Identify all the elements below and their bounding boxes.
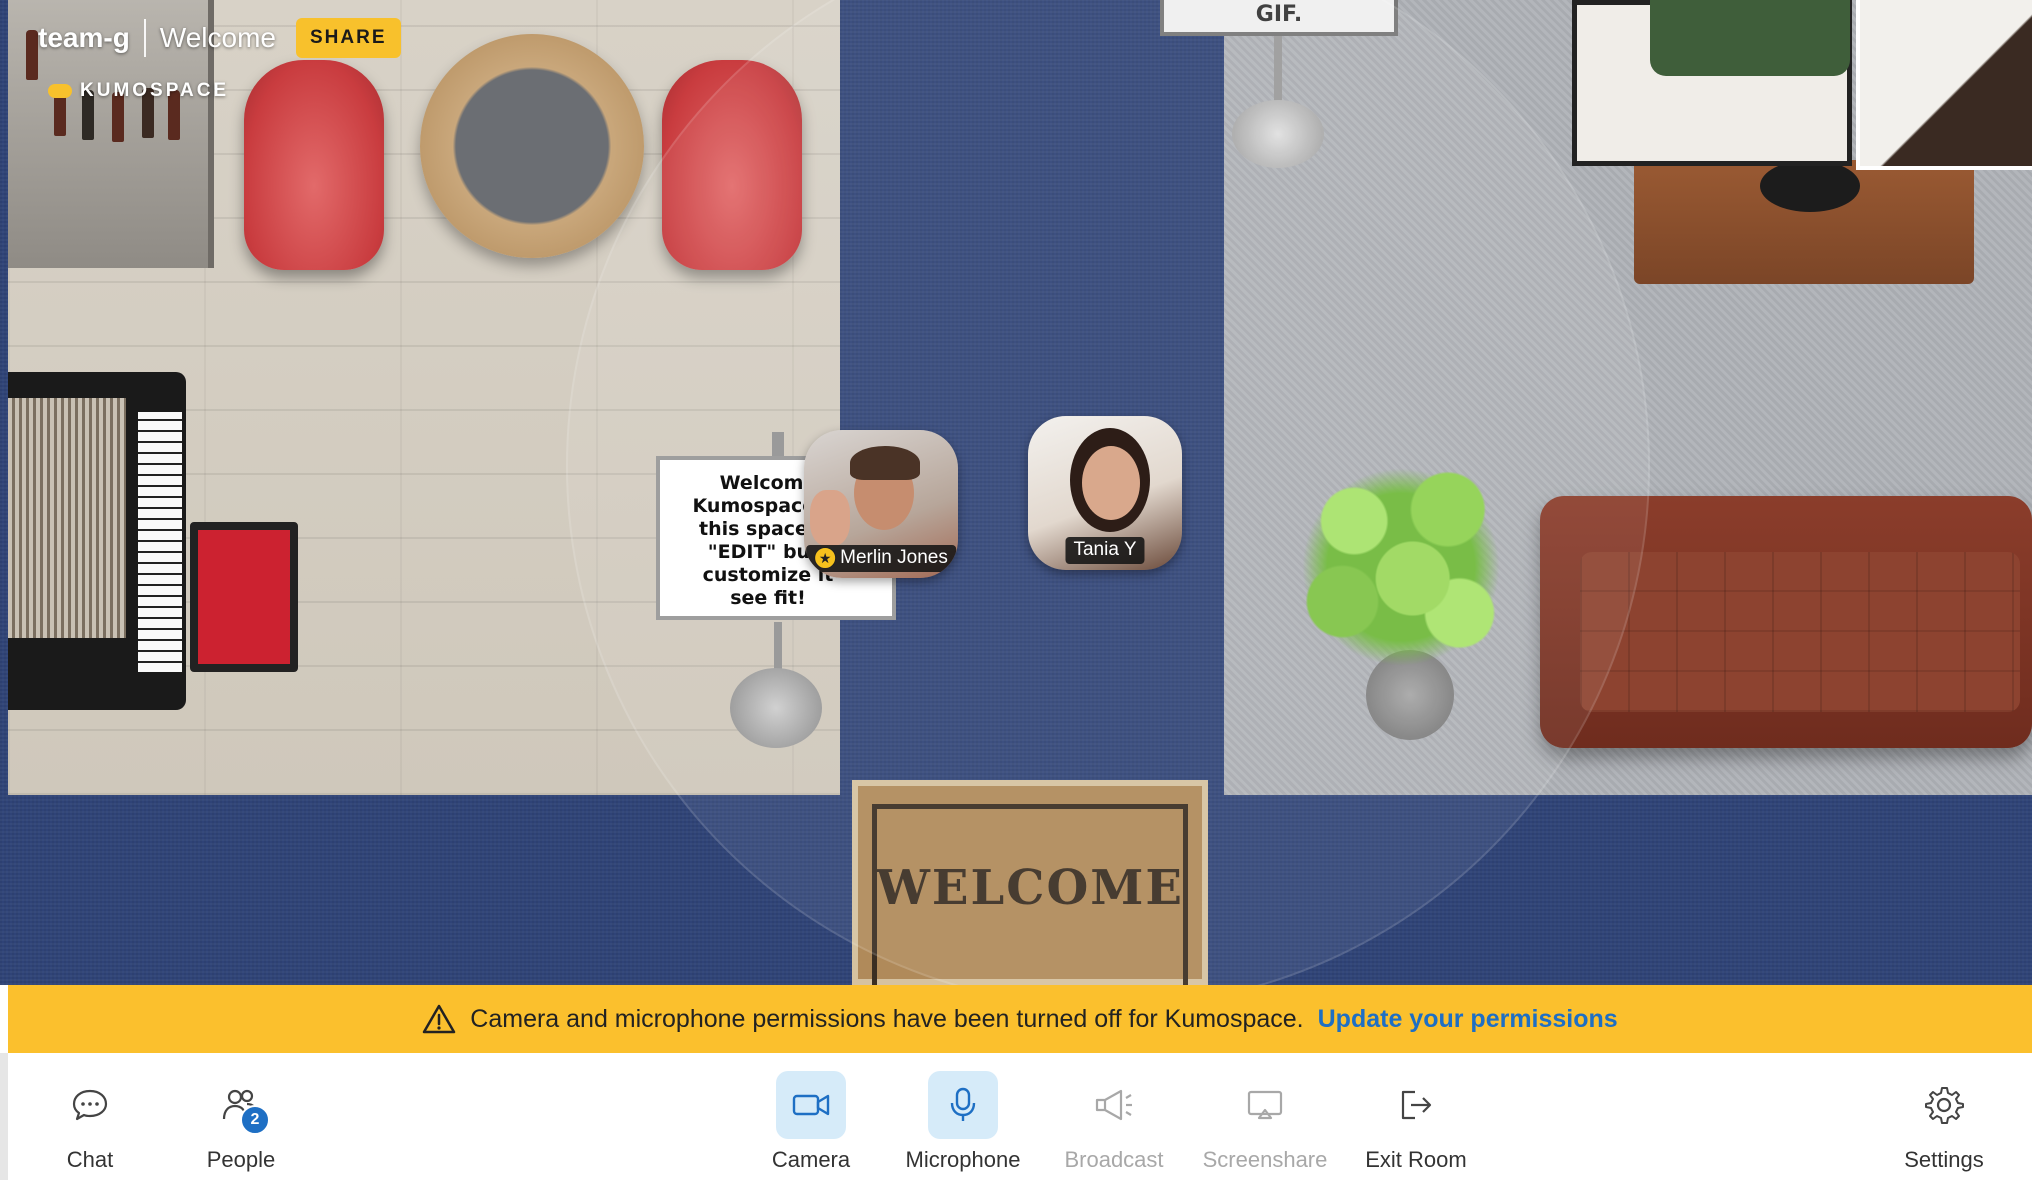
permissions-banner: Camera and microphone permissions have b… <box>8 985 2032 1053</box>
settings-icon-wrap <box>1909 1071 1979 1139</box>
participant-hair <box>850 446 920 480</box>
people-icon-wrap: 2 <box>206 1071 276 1139</box>
coffee-table <box>420 34 644 258</box>
participant-avatar-tania[interactable]: Tania Y <box>1028 416 1182 570</box>
waving-hand <box>810 490 850 546</box>
gear-icon <box>1925 1087 1964 1124</box>
room-name: team-g <box>38 22 130 53</box>
screenshare-icon-wrap <box>1230 1071 1300 1139</box>
participant-name: Merlin Jones <box>840 547 948 568</box>
screenshare-icon <box>1247 1090 1283 1120</box>
exit-icon <box>1401 1090 1432 1120</box>
people-button[interactable]: 2 People <box>166 1071 316 1173</box>
participant-name-tag: ★ Merlin Jones <box>806 545 956 572</box>
participant-name-tag: Tania Y <box>1065 537 1145 564</box>
update-permissions-link[interactable]: Update your permissions <box>1318 1005 1618 1034</box>
tv-stand <box>1760 160 1860 212</box>
microphone-icon <box>950 1087 976 1121</box>
camera-button[interactable]: Camera <box>736 1071 886 1173</box>
chat-button[interactable]: Chat <box>15 1071 165 1173</box>
people-count-badge: 2 <box>240 1105 270 1135</box>
microphone-button[interactable]: Microphone <box>888 1071 1038 1173</box>
microphone-label: Microphone <box>905 1147 1021 1172</box>
screenshare-label: Screenshare <box>1202 1147 1328 1172</box>
armchair-left <box>244 60 384 270</box>
camera-icon-wrap <box>776 1071 846 1139</box>
participant-name: Tania Y <box>1073 539 1137 560</box>
chat-icon <box>72 1089 108 1121</box>
exit-icon-wrap <box>1381 1071 1451 1139</box>
microphone-icon-wrap <box>928 1071 998 1139</box>
sign-pole-top <box>772 432 784 458</box>
chat-icon-wrap <box>55 1071 125 1139</box>
bottom-toolbar: Chat 2 People Camera Microphone Broadcas… <box>0 1053 2032 1180</box>
broadcast-button[interactable]: Broadcast <box>1039 1071 1189 1173</box>
participant-avatar-merlin[interactable]: ★ Merlin Jones <box>804 430 958 578</box>
cloud-icon <box>48 84 72 98</box>
host-star-icon: ★ <box>814 547 837 569</box>
people-label: People <box>206 1147 276 1172</box>
screenshare-button[interactable]: Screenshare <box>1190 1071 1340 1173</box>
settings-button[interactable]: Settings <box>1869 1071 2019 1173</box>
green-sofa <box>1650 0 1850 76</box>
exit-room-button[interactable]: Exit Room <box>1341 1071 1491 1173</box>
room-header: team-g Welcome SHARE <box>38 18 401 58</box>
grand-piano <box>8 372 186 710</box>
broadcast-label: Broadcast <box>1064 1147 1164 1172</box>
megaphone-icon <box>1095 1089 1132 1121</box>
settings-label: Settings <box>1904 1147 1984 1172</box>
camera-label: Camera <box>771 1147 851 1172</box>
chat-label: Chat <box>66 1147 114 1172</box>
share-button[interactable]: SHARE <box>295 18 401 58</box>
exit-room-label: Exit Room <box>1365 1147 1467 1172</box>
room-map[interactable]: GIF. WELCOME Welcome Kumospace! E this s… <box>0 0 2032 985</box>
brand-name: KUMOSPACE <box>80 80 230 101</box>
banner-message: Camera and microphone permissions have b… <box>470 1004 1304 1033</box>
warning-icon <box>423 1004 456 1034</box>
camera-icon <box>792 1094 830 1116</box>
participant-face <box>1082 446 1140 520</box>
sign-stand-base <box>730 668 822 748</box>
brand-logo[interactable]: KUMOSPACE <box>48 80 229 102</box>
video-tile[interactable] <box>1856 0 2032 170</box>
room-title: Welcome <box>159 22 276 53</box>
broadcast-icon-wrap <box>1079 1071 1149 1139</box>
header-divider <box>143 19 146 57</box>
piano-stool <box>190 522 298 672</box>
